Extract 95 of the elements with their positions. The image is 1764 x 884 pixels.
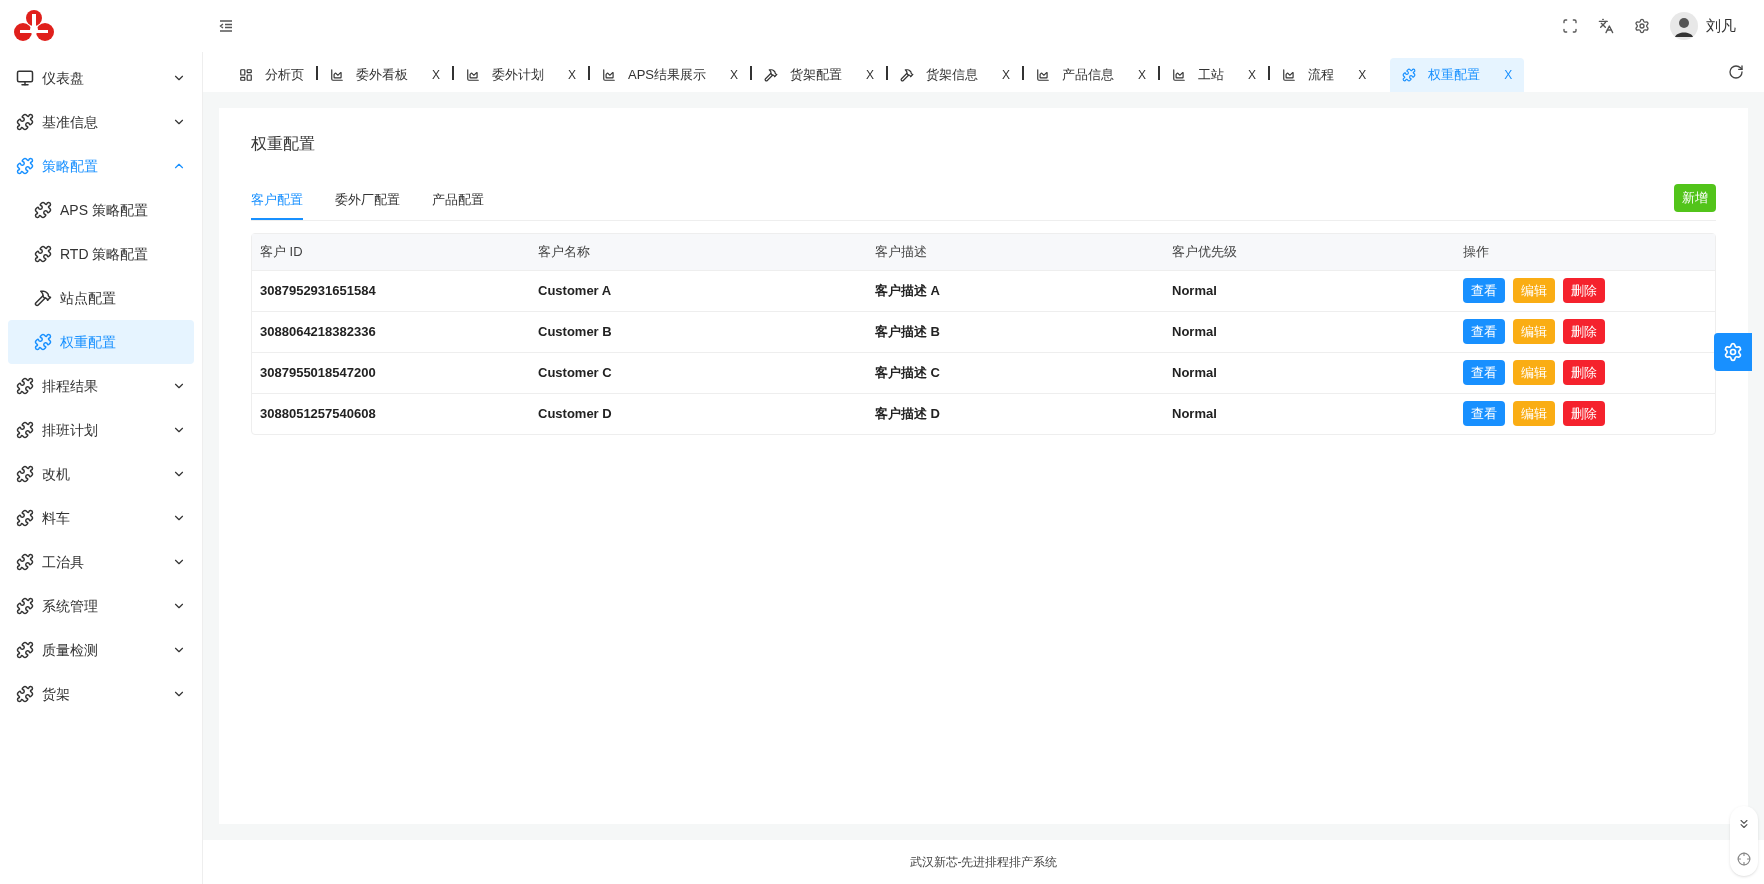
footer-text: 武汉新芯-先进排程排产系统 (203, 840, 1764, 884)
puzzle-icon (16, 685, 34, 703)
content-tab[interactable]: 产品配置 (432, 190, 484, 220)
sidebar-item[interactable]: 改机 (8, 452, 194, 496)
sidebar-item[interactable]: 排程结果 (8, 364, 194, 408)
puzzle-icon (16, 509, 34, 527)
close-tab-button[interactable]: X (1002, 66, 1011, 84)
content-tab[interactable]: 委外厂配置 (335, 190, 400, 220)
sidebar-subitem[interactable]: RTD 策略配置 (8, 232, 194, 276)
puzzle-icon (16, 641, 34, 659)
puzzle-icon (1402, 68, 1417, 82)
page-tab[interactable]: 委外看板 X (318, 58, 452, 92)
table-cell-text: Normal (1172, 363, 1218, 382)
hammer-icon (900, 68, 915, 82)
delete-button[interactable]: 删除 (1563, 278, 1605, 303)
table-cell-text: 3088064218382336 (260, 322, 377, 341)
fullscreen-icon[interactable] (1562, 18, 1578, 34)
sidebar-item[interactable]: 基准信息 (8, 100, 194, 144)
table-cell-text: 客户描述 D (875, 404, 941, 423)
collapse-menu-icon[interactable] (219, 19, 233, 33)
gear-icon (1723, 342, 1743, 362)
close-tab-button[interactable]: X (432, 66, 440, 84)
table-cell-text: Customer D (538, 404, 613, 423)
puzzle-icon (16, 597, 34, 615)
page-tab[interactable]: 委外计划 X (454, 58, 589, 92)
chart-icon (1282, 68, 1297, 82)
table-cell-text: 3087952931651584 (260, 281, 377, 300)
logo-icon (12, 8, 56, 44)
puzzle-icon (34, 201, 52, 219)
monitor-icon (16, 69, 34, 87)
close-tab-button[interactable]: X (1358, 66, 1367, 84)
close-tab-button[interactable]: X (730, 66, 739, 84)
puzzle-icon (16, 157, 34, 175)
table-cell-text: Normal (1172, 281, 1218, 300)
sidebar-item[interactable]: 系统管理 (8, 584, 194, 628)
crosshair-icon[interactable] (1737, 851, 1751, 866)
column-header: 客户名称 (538, 242, 591, 261)
table-cell-text: 3087955018547200 (260, 363, 377, 382)
dashboard-icon (239, 68, 253, 82)
delete-button[interactable]: 删除 (1563, 319, 1605, 344)
page-tab[interactable]: 工站 X (1160, 58, 1269, 92)
puzzle-icon (34, 245, 52, 263)
puzzle-icon (16, 113, 34, 131)
close-tab-button[interactable]: X (1138, 66, 1147, 84)
chart-icon (1172, 68, 1187, 82)
sidebar-item[interactable]: 货架 (8, 672, 194, 716)
settings-float-button[interactable] (1714, 333, 1752, 371)
column-header: 客户描述 (875, 242, 928, 261)
page-title: 权重配置 (251, 134, 316, 154)
sidebar-item[interactable]: 料车 (8, 496, 194, 540)
puzzle-icon (16, 377, 34, 395)
chart-icon (330, 68, 344, 82)
settings-icon[interactable] (1634, 18, 1650, 34)
page-tab[interactable]: 流程 X (1270, 58, 1379, 92)
user-name[interactable]: 刘凡 (1706, 14, 1736, 38)
page-tab[interactable]: 产品信息 X (1024, 58, 1159, 92)
puzzle-icon (16, 465, 34, 483)
close-tab-button[interactable]: X (866, 66, 875, 84)
puzzle-icon (16, 421, 34, 439)
page-tab[interactable]: 分析页 (227, 58, 316, 92)
delete-button[interactable]: 删除 (1563, 401, 1605, 426)
table-cell-text: 客户描述 B (875, 322, 941, 341)
sidebar-item[interactable]: 质量检测 (8, 628, 194, 672)
sidebar-subitem[interactable]: 站点配置 (8, 276, 194, 320)
refresh-icon[interactable] (1728, 64, 1744, 80)
page-tab[interactable]: 货架配置 X (752, 58, 887, 92)
translate-icon[interactable] (1598, 18, 1614, 34)
sidebar-item[interactable]: 工治具 (8, 540, 194, 584)
chart-icon (466, 68, 480, 82)
avatar[interactable] (1670, 12, 1698, 40)
table-cell-text: 3088051257540608 (260, 404, 377, 423)
page-tab[interactable]: 货架信息 X (888, 58, 1023, 92)
close-tab-button[interactable]: X (1248, 66, 1257, 84)
hammer-icon (34, 289, 52, 307)
delete-button[interactable]: 删除 (1563, 360, 1605, 385)
table-cell-text: 客户描述 C (875, 363, 941, 382)
page-tab[interactable]: APS结果展示 X (590, 58, 751, 92)
column-header: 客户 ID (260, 242, 304, 261)
table-cell-text: Customer B (538, 322, 613, 341)
chart-icon (1036, 68, 1051, 82)
chart-icon (602, 68, 617, 82)
puzzle-icon (34, 333, 52, 351)
table-cell-text: Customer C (538, 363, 613, 382)
sidebar-item[interactable]: 仪表盘 (8, 56, 194, 100)
column-header: 客户优先级 (1172, 242, 1238, 261)
sidebar-subitem[interactable]: APS 策略配置 (8, 188, 194, 232)
sidebar-item[interactable]: 排班计划 (8, 408, 194, 452)
hammer-icon (764, 68, 779, 82)
close-tab-button[interactable]: X (568, 66, 577, 84)
column-header: 操作 (1463, 242, 1490, 261)
table-cell-text: Normal (1172, 322, 1218, 341)
puzzle-icon (16, 553, 34, 571)
table-cell-text: Customer A (538, 281, 613, 300)
table-cell-text: 客户描述 A (875, 281, 941, 300)
table-cell-text: Normal (1172, 404, 1218, 423)
